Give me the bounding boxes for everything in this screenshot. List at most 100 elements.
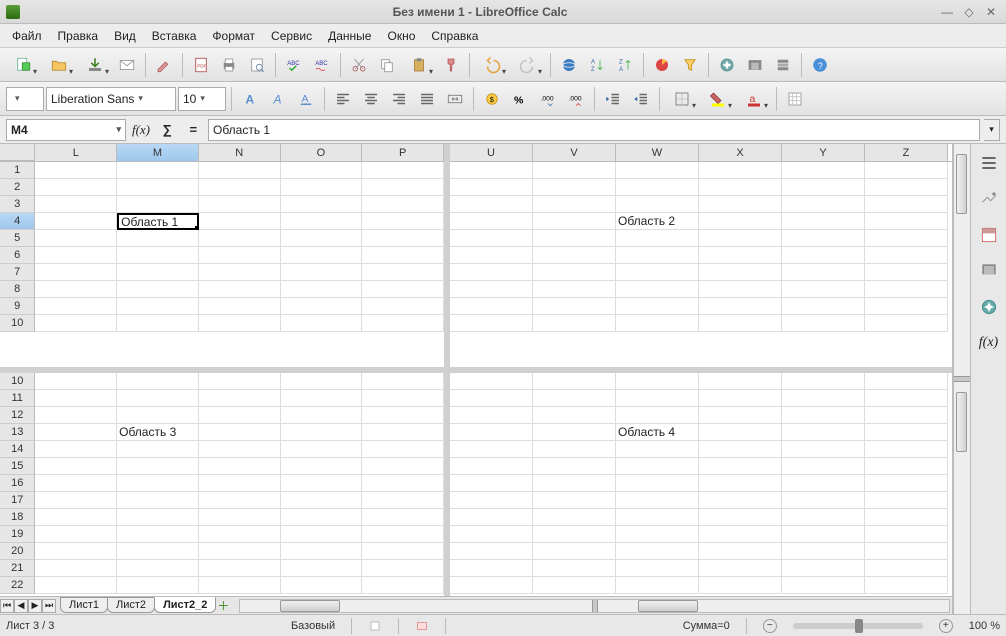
cell-L2[interactable]: [35, 179, 117, 196]
sidebar-settings-icon[interactable]: [976, 186, 1002, 212]
cell-O10[interactable]: [281, 315, 363, 332]
cell-U14[interactable]: [450, 441, 533, 458]
row-header-10[interactable]: 10: [0, 315, 35, 332]
cell-X10[interactable]: [699, 373, 782, 390]
maximize-button[interactable]: ◇: [960, 4, 978, 20]
menu-insert[interactable]: Вставка: [144, 26, 205, 46]
status-insert-icon[interactable]: [368, 619, 382, 633]
cell-U16[interactable]: [450, 475, 533, 492]
name-box[interactable]: M4▾: [6, 119, 126, 141]
cell-X17[interactable]: [699, 492, 782, 509]
cell-V13[interactable]: [533, 424, 616, 441]
align-left-button[interactable]: [330, 86, 356, 112]
cell-P5[interactable]: [362, 230, 444, 247]
paste-button[interactable]: [402, 52, 436, 78]
cell-V20[interactable]: [533, 543, 616, 560]
cell-O3[interactable]: [281, 196, 363, 213]
cell-M5[interactable]: [117, 230, 199, 247]
cell-X5[interactable]: [699, 230, 782, 247]
row-header-18[interactable]: 18: [0, 509, 35, 526]
cell-L9[interactable]: [35, 298, 117, 315]
cell-Z5[interactable]: [865, 230, 948, 247]
cell-Z9[interactable]: [865, 298, 948, 315]
cell-P1[interactable]: [362, 162, 444, 179]
cell-O4[interactable]: [281, 213, 363, 230]
cell-U10[interactable]: [450, 373, 533, 390]
cell-L18[interactable]: [35, 509, 117, 526]
cell-W18[interactable]: [616, 509, 699, 526]
row-header-3[interactable]: 3: [0, 196, 35, 213]
menu-data[interactable]: Данные: [320, 26, 379, 46]
cell-L21[interactable]: [35, 560, 117, 577]
cell-U20[interactable]: [450, 543, 533, 560]
cell-P17[interactable]: [362, 492, 444, 509]
currency-button[interactable]: $: [479, 86, 505, 112]
sidebar-navigator-icon[interactable]: [976, 294, 1002, 320]
cell-L1[interactable]: [35, 162, 117, 179]
column-header-O[interactable]: O: [281, 144, 363, 161]
tab-nav-first[interactable]: ⏮: [0, 599, 14, 613]
cell-Z1[interactable]: [865, 162, 948, 179]
cell-N18[interactable]: [199, 509, 281, 526]
cell-W13[interactable]: Область 4: [616, 424, 699, 441]
column-header-W[interactable]: W: [616, 144, 699, 161]
cell-N21[interactable]: [199, 560, 281, 577]
formula-expand-button[interactable]: ▾: [984, 119, 1000, 141]
cell-M4[interactable]: Область 1: [117, 213, 199, 230]
undo-button[interactable]: [475, 52, 509, 78]
cell-Z12[interactable]: [865, 407, 948, 424]
borders-button[interactable]: [665, 86, 699, 112]
cell-O12[interactable]: [281, 407, 363, 424]
column-header-M[interactable]: M: [117, 144, 199, 161]
cell-V5[interactable]: [533, 230, 616, 247]
cell-Z4[interactable]: [865, 213, 948, 230]
decrease-indent-button[interactable]: [600, 86, 626, 112]
cell-Z3[interactable]: [865, 196, 948, 213]
cell-Y8[interactable]: [782, 281, 865, 298]
cell-L20[interactable]: [35, 543, 117, 560]
row-header-9[interactable]: 9: [0, 298, 35, 315]
menu-window[interactable]: Окно: [379, 26, 423, 46]
row-header-10[interactable]: 10: [0, 373, 35, 390]
remove-decimal-button[interactable]: .000: [563, 86, 589, 112]
redo-button[interactable]: [511, 52, 545, 78]
zoom-out-button[interactable]: −: [763, 619, 777, 633]
cell-W10[interactable]: [616, 315, 699, 332]
help-button[interactable]: ?: [807, 52, 833, 78]
cell-Z6[interactable]: [865, 247, 948, 264]
cell-X2[interactable]: [699, 179, 782, 196]
cell-Z20[interactable]: [865, 543, 948, 560]
cell-P20[interactable]: [362, 543, 444, 560]
add-decimal-button[interactable]: .000: [535, 86, 561, 112]
cell-V10[interactable]: [533, 315, 616, 332]
cell-P22[interactable]: [362, 577, 444, 594]
cell-N7[interactable]: [199, 264, 281, 281]
style-combo[interactable]: ▾: [6, 87, 44, 111]
more-options-button[interactable]: [782, 86, 808, 112]
cell-P3[interactable]: [362, 196, 444, 213]
cell-Z10[interactable]: [865, 315, 948, 332]
column-header-U[interactable]: U: [450, 144, 533, 161]
tab-nav-prev[interactable]: ◀: [14, 599, 28, 613]
row-header-6[interactable]: 6: [0, 247, 35, 264]
cell-P21[interactable]: [362, 560, 444, 577]
cell-Y19[interactable]: [782, 526, 865, 543]
row-header-12[interactable]: 12: [0, 407, 35, 424]
cell-M14[interactable]: [117, 441, 199, 458]
cell-P11[interactable]: [362, 390, 444, 407]
cell-P2[interactable]: [362, 179, 444, 196]
row-header-22[interactable]: 22: [0, 577, 35, 594]
row-header-8[interactable]: 8: [0, 281, 35, 298]
cell-W1[interactable]: [616, 162, 699, 179]
cell-V1[interactable]: [533, 162, 616, 179]
datasources-button[interactable]: [770, 52, 796, 78]
cell-W10[interactable]: [616, 373, 699, 390]
cell-L11[interactable]: [35, 390, 117, 407]
hyperlink-button[interactable]: [556, 52, 582, 78]
column-header-N[interactable]: N: [199, 144, 281, 161]
cell-L19[interactable]: [35, 526, 117, 543]
cell-U10[interactable]: [450, 315, 533, 332]
cell-U11[interactable]: [450, 390, 533, 407]
cell-M19[interactable]: [117, 526, 199, 543]
cell-Y4[interactable]: [782, 213, 865, 230]
